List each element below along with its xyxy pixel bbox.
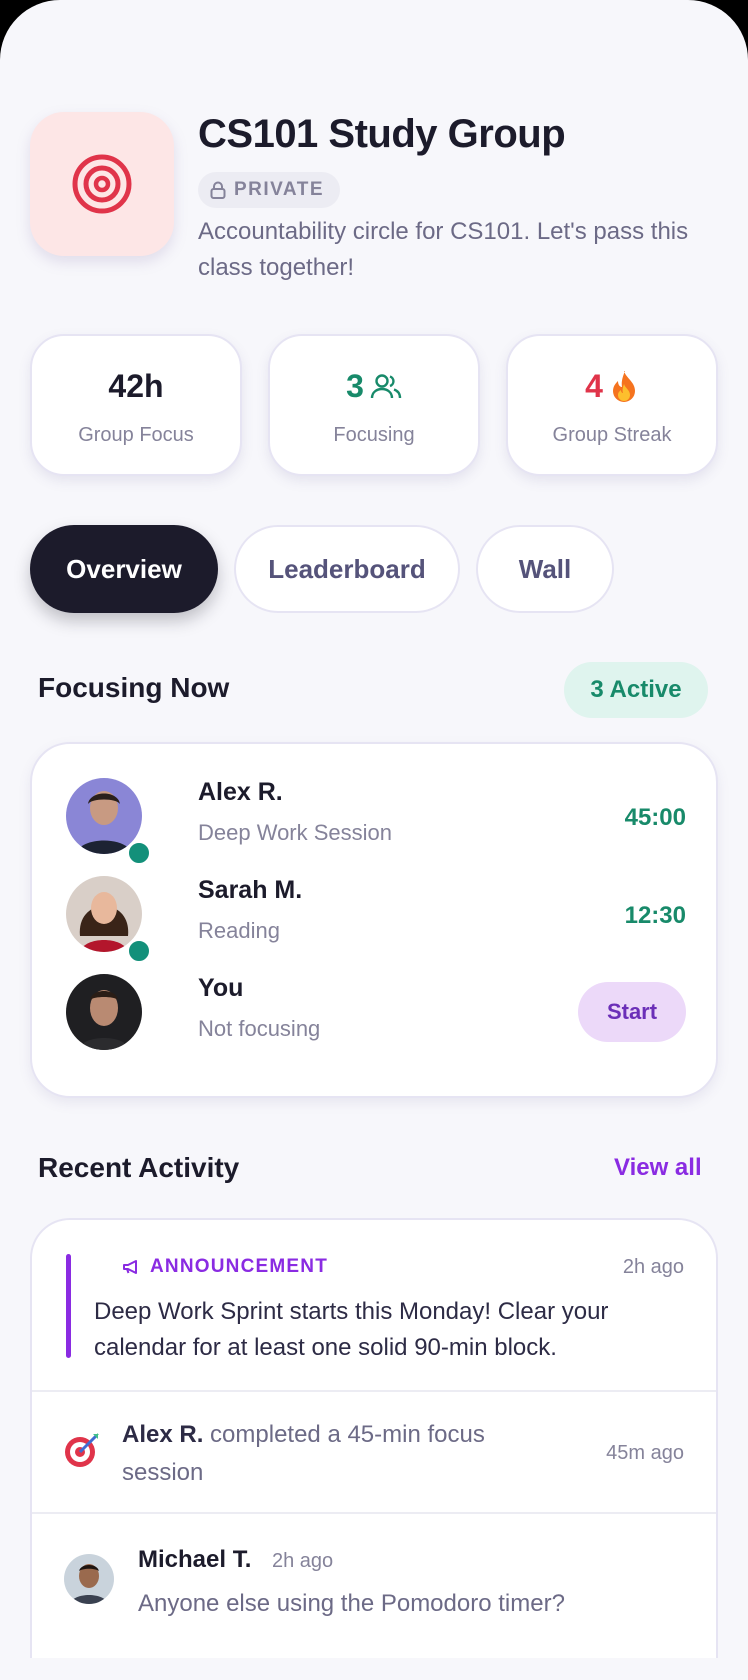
- announcement-text: Deep Work Sprint starts this Monday! Cle…: [94, 1298, 609, 1361]
- group-description: Accountability circle for CS101. Let's p…: [198, 218, 689, 281]
- comment-time: 2h ago: [272, 1550, 334, 1572]
- stat-label: Group Streak: [552, 424, 672, 446]
- member-timer: 12:30: [624, 902, 686, 929]
- app-screen: CS101 Study Group PRIVATE Accountability…: [0, 0, 748, 1680]
- stat-card-group-focus: 42h Group Focus: [30, 334, 242, 476]
- divider: [32, 1512, 716, 1514]
- target-icon: [72, 154, 132, 214]
- focusing-now-card: Alex R. Deep Work Session 45:00 Sarah M.…: [30, 742, 718, 1098]
- activity-time: 45m ago: [606, 1442, 684, 1464]
- announcement-accent-bar: [66, 1254, 71, 1358]
- stat-value: 3: [270, 368, 478, 405]
- tab-wall[interactable]: Wall: [476, 525, 614, 613]
- privacy-badge: PRIVATE: [198, 172, 341, 208]
- dart-target-icon: [65, 1433, 99, 1467]
- announcement-time: 2h ago: [622, 1256, 684, 1278]
- active-count-badge: 3 Active: [564, 662, 708, 718]
- privacy-label: PRIVATE: [234, 179, 325, 200]
- people-icon: [370, 373, 402, 398]
- tab-leaderboard[interactable]: Leaderboard: [234, 525, 460, 613]
- member-status: Not focusing: [198, 1016, 321, 1041]
- view-all-link[interactable]: View all: [614, 1154, 702, 1182]
- stat-value: 42h: [32, 368, 240, 405]
- activity-user[interactable]: Alex R.: [122, 1421, 203, 1448]
- member-status: Reading: [198, 918, 280, 943]
- focusing-now-title: Focusing Now: [38, 672, 230, 703]
- stat-streak-value: 4: [585, 368, 603, 404]
- member-status: Deep Work Session: [198, 820, 393, 845]
- member-timer: 45:00: [624, 804, 686, 831]
- avatar: [66, 974, 142, 1050]
- member-name: Alex R.: [198, 778, 283, 806]
- megaphone-icon: [123, 1260, 137, 1274]
- divider: [32, 1390, 716, 1392]
- stat-group-focus-value: 42h: [108, 368, 164, 404]
- start-focus-button[interactable]: Start: [578, 982, 686, 1042]
- stat-card-focusing: 3 Focusing: [268, 334, 480, 476]
- lock-icon: [210, 181, 226, 199]
- member-name: You: [198, 974, 244, 1002]
- member-row-sarah[interactable]: Sarah M. Reading 12:30: [66, 876, 686, 964]
- member-row-alex[interactable]: Alex R. Deep Work Session 45:00: [66, 778, 686, 866]
- online-indicator: [126, 840, 152, 866]
- stat-focusing-value: 3: [346, 368, 364, 404]
- fire-icon: [612, 370, 635, 402]
- recent-activity-card: ANNOUNCEMENT 2h ago Deep Work Sprint sta…: [30, 1218, 718, 1658]
- announcement-label-text: ANNOUNCEMENT: [150, 1256, 329, 1277]
- recent-activity-title: Recent Activity: [38, 1152, 240, 1183]
- page-title: CS101 Study Group: [198, 112, 566, 156]
- stat-card-group-streak: 4 Group Streak: [506, 334, 718, 476]
- avatar: [64, 1554, 114, 1604]
- group-avatar: [30, 112, 174, 256]
- member-name: Sarah M.: [198, 876, 303, 904]
- online-indicator: [126, 938, 152, 964]
- member-row-you: You Not focusing Start: [66, 974, 686, 1058]
- stat-value: 4: [508, 368, 716, 405]
- tab-overview[interactable]: Overview: [30, 525, 218, 613]
- stat-label: Group Focus: [78, 424, 194, 446]
- announcement-label: ANNOUNCEMENT: [122, 1256, 328, 1278]
- stat-label: Focusing: [333, 424, 415, 446]
- comment-author[interactable]: Michael T.: [138, 1546, 251, 1574]
- activity-text: Alex R. completed a 45-min focus session: [122, 1416, 552, 1492]
- comment-text: Anyone else using the Pomodoro timer?: [138, 1590, 565, 1617]
